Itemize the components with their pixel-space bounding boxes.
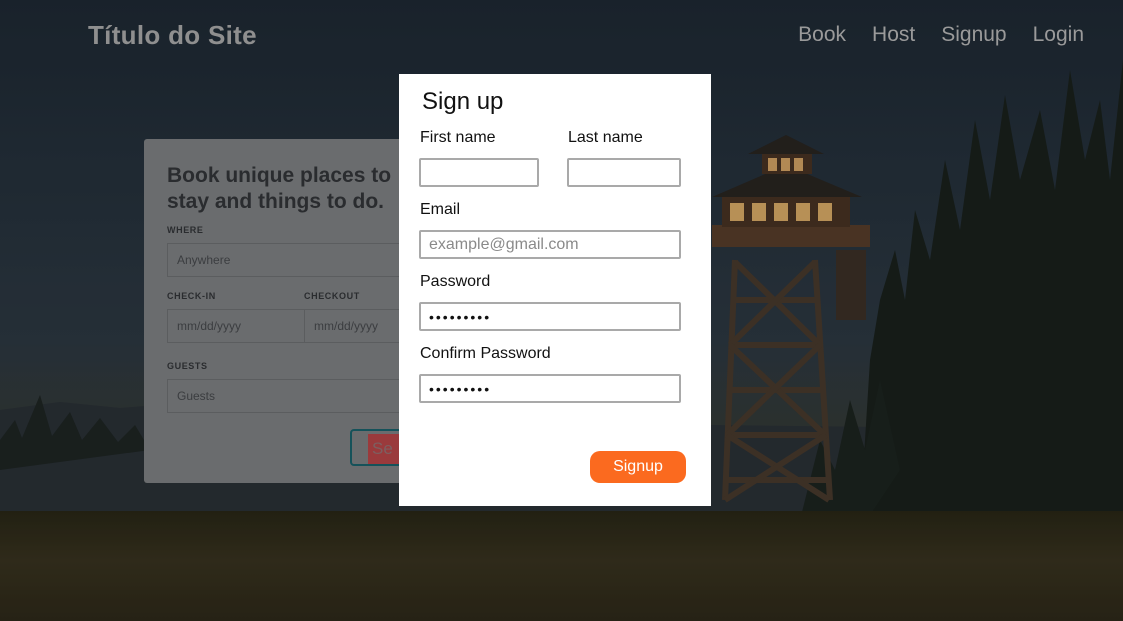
search-button-label: Se — [372, 439, 393, 458]
first-name-input[interactable] — [419, 158, 539, 187]
confirm-password-label: Confirm Password — [420, 345, 551, 362]
signup-title: Sign up — [422, 88, 504, 115]
where-label: WHERE — [167, 225, 204, 235]
checkin-input[interactable]: mm/dd/yyyy — [167, 309, 305, 343]
booking-heading: Book unique places to stay and things to… — [167, 164, 392, 213]
password-input[interactable] — [419, 302, 681, 331]
guests-input[interactable]: Guests — [167, 379, 427, 413]
last-name-input[interactable] — [567, 158, 681, 187]
checkout-label: CHECKOUT — [304, 291, 360, 301]
site-title[interactable]: Título do Site — [88, 20, 257, 51]
nav-login-link[interactable]: Login — [1033, 23, 1084, 47]
nav-signup-link[interactable]: Signup — [941, 23, 1006, 47]
signup-modal: Sign up First name Last name Email Passw… — [399, 74, 711, 506]
password-label: Password — [420, 273, 491, 290]
email-input[interactable] — [419, 230, 681, 259]
email-label: Email — [420, 201, 461, 218]
where-input[interactable]: Anywhere — [167, 243, 427, 277]
first-name-label: First name — [420, 129, 496, 146]
nav-host-link[interactable]: Host — [872, 23, 915, 47]
main-nav: Book Host Signup Login — [798, 23, 1084, 47]
nav-book-link[interactable]: Book — [798, 23, 846, 47]
last-name-label: Last name — [568, 129, 643, 146]
confirm-password-input[interactable] — [419, 374, 681, 403]
signup-submit-button[interactable]: Signup — [590, 451, 686, 483]
checkin-label: CHECK-IN — [167, 291, 216, 301]
guests-label: GUESTS — [167, 361, 208, 371]
